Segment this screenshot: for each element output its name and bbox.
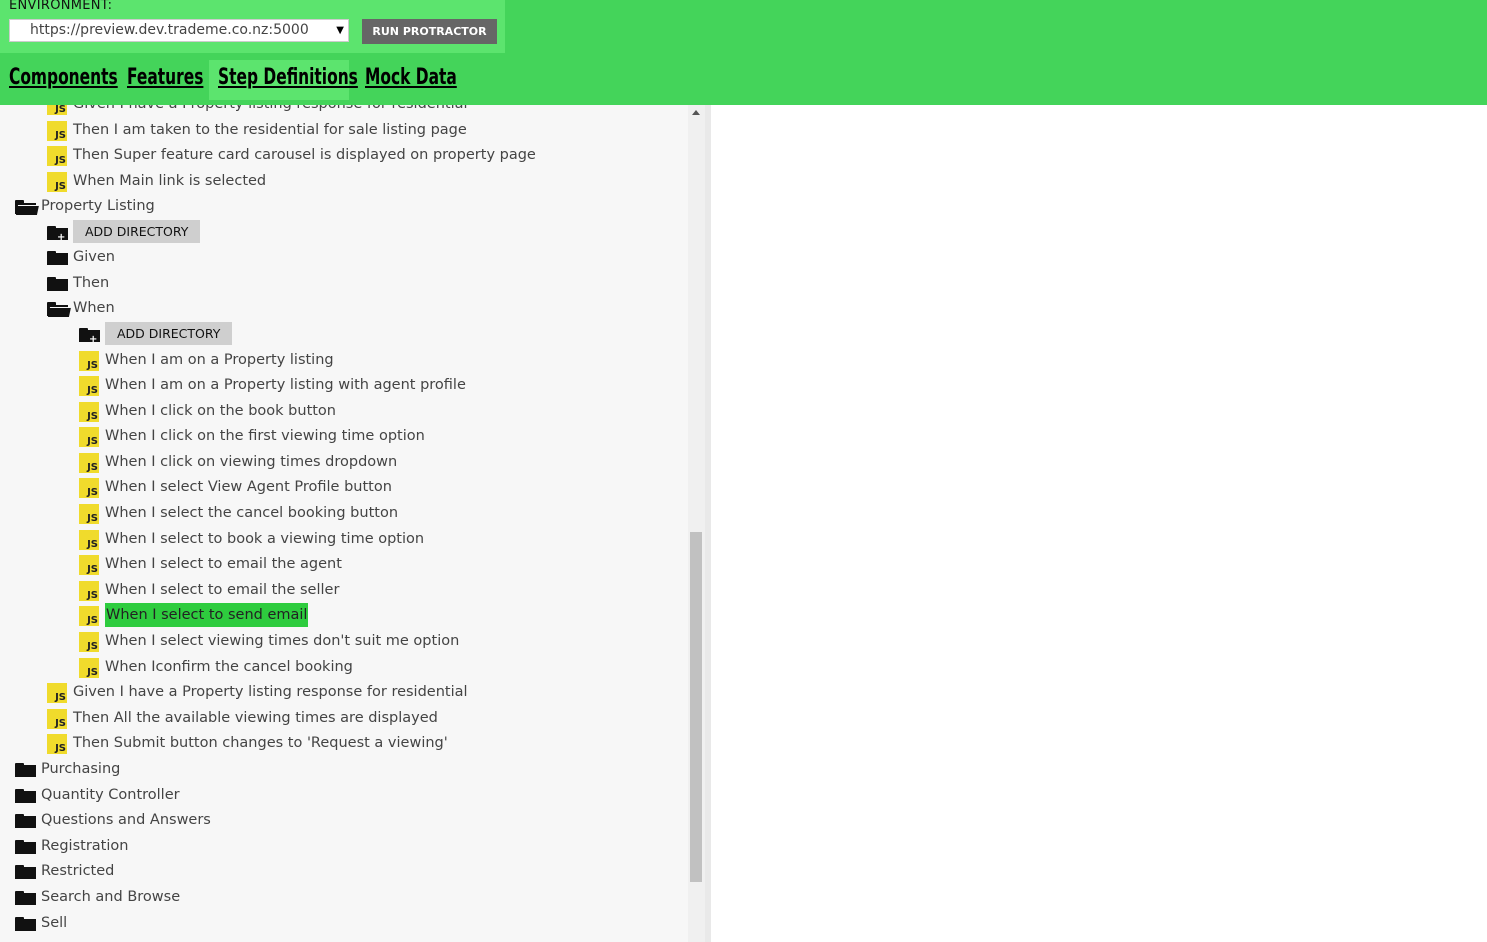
js-file-icon: JS	[47, 105, 67, 115]
js-file-icon: JS	[79, 453, 99, 473]
js-file-icon: JS	[79, 632, 99, 652]
folder-icon	[15, 763, 37, 778]
add-directory-button[interactable]: ADD DIRECTORY	[73, 220, 201, 243]
folder-open-icon	[15, 200, 40, 215]
js-file-icon: JS	[79, 351, 99, 371]
panel-divider[interactable]	[705, 105, 711, 942]
js-file-icon: JS	[47, 709, 67, 729]
run-protractor-button[interactable]: RUN PROTRACTOR	[362, 19, 497, 44]
app-header: ENVIRONMENT: https://preview.dev.trademe…	[0, 0, 1487, 105]
environment-select[interactable]: https://preview.dev.trademe.co.nz:5000 ▼	[9, 19, 349, 42]
folder-icon	[15, 891, 37, 906]
js-file-icon: JS	[79, 504, 99, 524]
js-file-icon: JS	[79, 427, 99, 447]
js-file-icon: JS	[79, 555, 99, 575]
js-file-icon: JS	[79, 658, 99, 678]
environment-selected-value: https://preview.dev.trademe.co.nz:5000	[30, 22, 309, 38]
folder-open-icon	[47, 302, 72, 317]
js-file-icon: JS	[79, 478, 99, 498]
folder-icon	[47, 277, 69, 292]
tab-step-definitions[interactable]: Step Definitions	[218, 60, 358, 100]
folder-icon	[15, 789, 37, 804]
tab-features[interactable]: Features	[127, 60, 203, 100]
folder-icon	[15, 840, 37, 855]
js-file-icon: JS	[47, 146, 67, 166]
folder-add-icon: +	[47, 226, 69, 243]
js-file-icon: JS	[47, 683, 67, 703]
folder-icon	[15, 917, 37, 932]
environment-panel: ENVIRONMENT: https://preview.dev.trademe…	[0, 0, 505, 53]
folder-icon	[15, 865, 37, 880]
environment-label: ENVIRONMENT:	[9, 0, 113, 13]
js-file-icon: JS	[47, 172, 67, 192]
chevron-down-icon: ▼	[336, 25, 344, 36]
add-directory-button[interactable]: ADD DIRECTORY	[105, 322, 233, 345]
js-file-icon: JS	[79, 376, 99, 396]
scroll-up-arrow-icon[interactable]	[692, 110, 700, 115]
file-tree: JS Given I have a Property listing respo…	[0, 105, 688, 942]
js-file-icon: JS	[79, 402, 99, 422]
folder-add-icon: +	[79, 328, 101, 345]
tree-scrollbar[interactable]	[688, 105, 705, 942]
tab-components[interactable]: Components	[9, 60, 118, 100]
js-file-icon: JS	[47, 734, 67, 754]
folder-icon	[47, 251, 69, 266]
tab-mock-data[interactable]: Mock Data	[365, 60, 457, 100]
folder-icon	[15, 814, 37, 829]
js-file-icon: JS	[79, 581, 99, 601]
js-file-icon: JS	[79, 530, 99, 550]
js-file-icon: JS	[79, 606, 99, 626]
js-file-icon: JS	[47, 121, 67, 141]
scrollbar-thumb[interactable]	[690, 532, 702, 882]
